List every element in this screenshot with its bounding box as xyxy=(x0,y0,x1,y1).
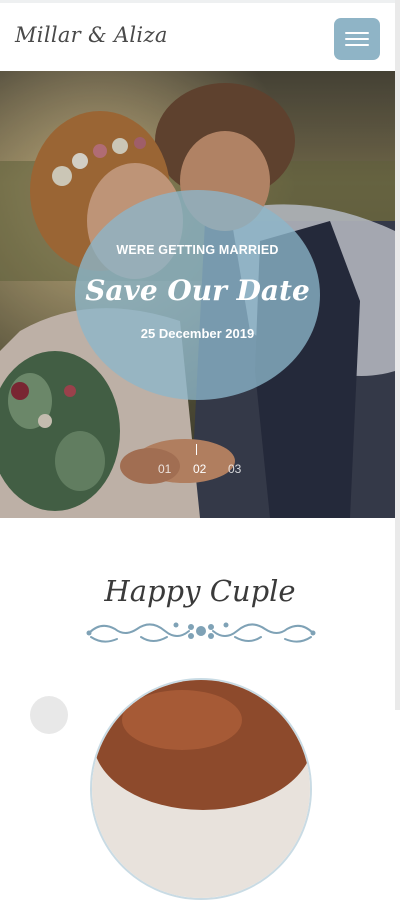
menu-button[interactable] xyxy=(334,18,380,60)
hamburger-menu-icon-line xyxy=(345,38,369,40)
hero-title: Save Our Date xyxy=(85,274,310,307)
hamburger-menu-icon-line xyxy=(345,44,369,46)
section-title: Happy Cuple xyxy=(104,574,296,608)
hero-subtitle: WERE GETTING MARRIED xyxy=(116,243,279,257)
slide-indicator-03[interactable]: 03 xyxy=(228,462,241,476)
hero-date: 25 December 2019 xyxy=(140,326,255,341)
bride-avatar xyxy=(90,678,312,900)
slide-indicator-02[interactable]: 02 xyxy=(193,462,206,476)
scrollbar-thumb[interactable] xyxy=(395,0,400,710)
floral-divider-icon xyxy=(86,622,316,643)
slide-indicator-01[interactable]: 01 xyxy=(158,462,171,476)
site-header: Millar & Aliza xyxy=(0,0,395,71)
site-logo[interactable]: Millar & Aliza xyxy=(15,23,168,47)
hamburger-menu-icon xyxy=(345,32,369,34)
hero-slider: WERE GETTING MARRIED Save Our Date 25 De… xyxy=(0,71,395,518)
scrollbar[interactable] xyxy=(395,0,400,710)
prev-arrow-button[interactable] xyxy=(30,696,68,734)
active-slide-marker xyxy=(196,444,197,455)
